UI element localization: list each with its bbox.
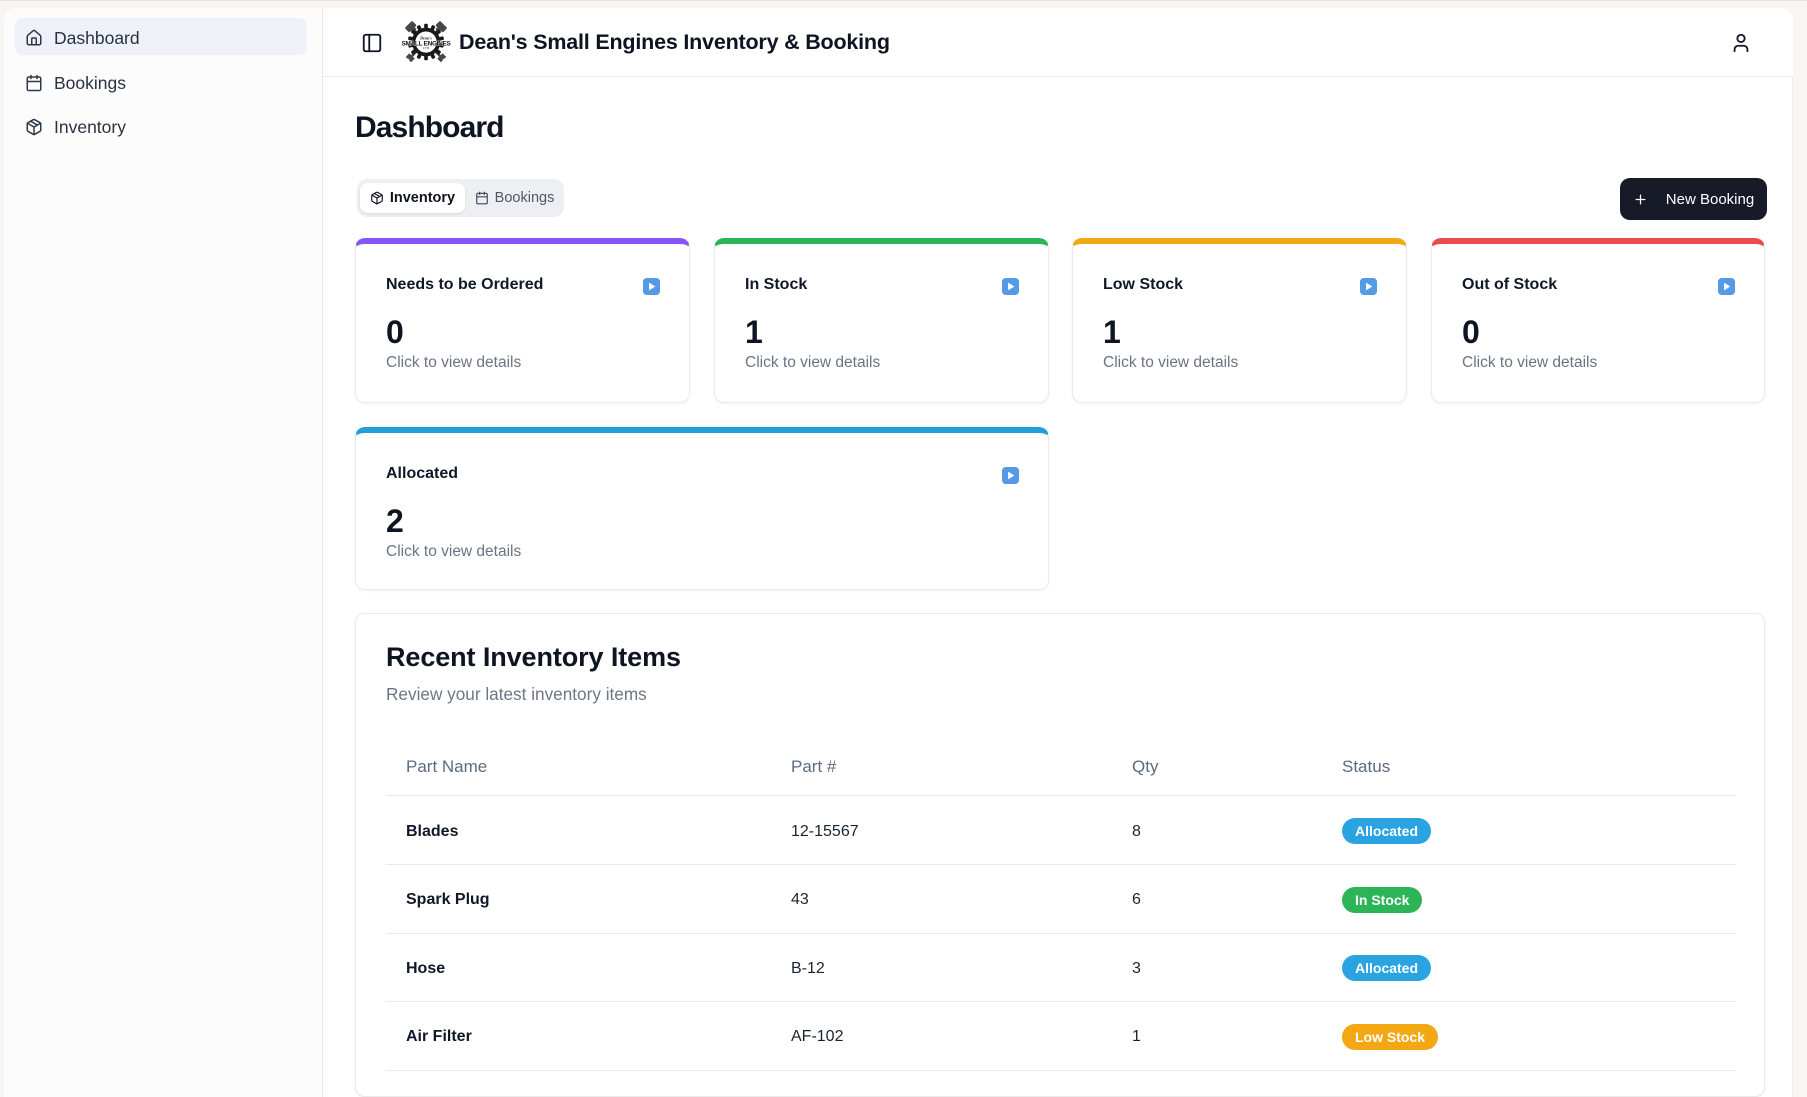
svg-text:L T D: L T D [423,47,429,50]
